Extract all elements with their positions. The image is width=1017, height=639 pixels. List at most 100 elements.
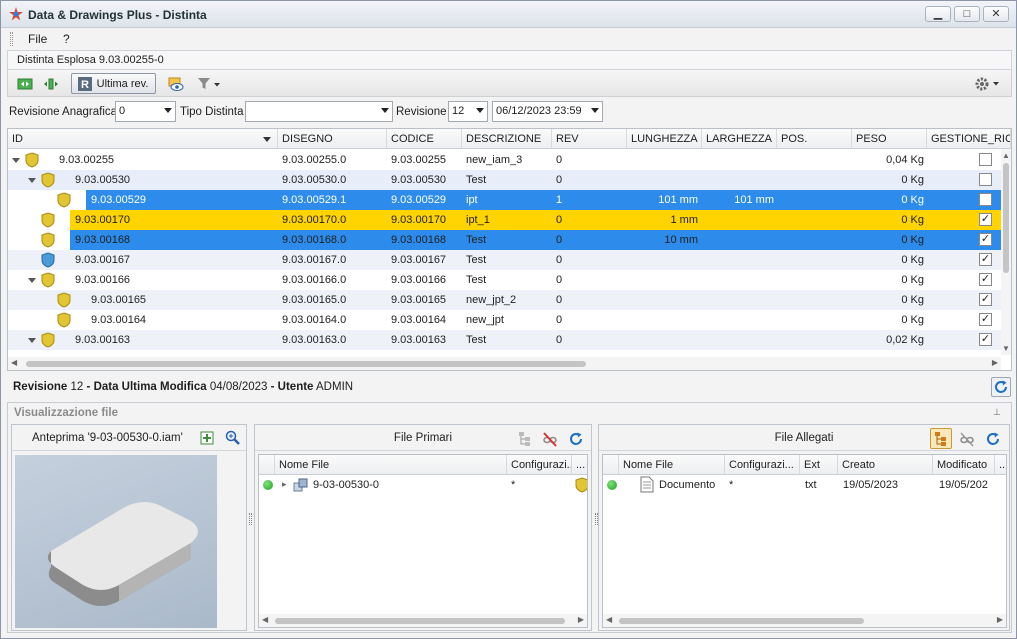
- table-row[interactable]: 9.03.00529 9.03.00529.1 9.03.00529 ipt 1 101 …: [8, 190, 1002, 210]
- attached-file-row[interactable]: Documento * txt 19/05/2023 19/05/202: [603, 475, 1006, 495]
- tree-toggle-icon[interactable]: [28, 278, 36, 283]
- expand-all-button[interactable]: [14, 73, 36, 94]
- gestione-checkbox[interactable]: [979, 153, 992, 166]
- gestione-checkbox[interactable]: ✓: [979, 213, 992, 226]
- col-header-larghezza[interactable]: LARGHEZZA: [702, 129, 777, 149]
- refresh-icon[interactable]: [567, 430, 585, 448]
- minimize-button[interactable]: ▁: [925, 6, 951, 22]
- scroll-down-icon[interactable]: ▼: [1002, 344, 1010, 353]
- table-row[interactable]: 9.03.00166 9.03.00166.0 9.03.00166 Test 0 0 K…: [8, 270, 1002, 290]
- table-row[interactable]: 9.03.00167 9.03.00167.0 9.03.00167 Test 0 0 K…: [8, 250, 1002, 270]
- primary-files-panel: File Primari Nome File Configurazi... ..…: [254, 424, 592, 631]
- unlink-icon[interactable]: [959, 431, 975, 447]
- tree-view-toggle-button[interactable]: [930, 428, 952, 449]
- close-button[interactable]: ✕: [983, 6, 1009, 22]
- scroll-up-icon[interactable]: ▲: [1002, 151, 1010, 160]
- attached-files-hscroll[interactable]: ◀ ▶: [603, 614, 1006, 627]
- cell-larghezza: [702, 330, 774, 350]
- col-header-configurazione[interactable]: Configurazi...: [725, 455, 800, 475]
- grid-vertical-scrollbar[interactable]: ▲ ▼: [1001, 149, 1011, 355]
- col-header-peso[interactable]: PESO: [852, 129, 927, 149]
- rev-anagrafica-combo[interactable]: 0: [115, 101, 176, 122]
- col-header-pos[interactable]: POS.: [777, 129, 852, 149]
- menu-help[interactable]: ?: [63, 32, 70, 46]
- expand-all-icon: [17, 78, 33, 89]
- part-3d-icon: [47, 502, 198, 606]
- revisione-combo[interactable]: 12: [448, 101, 488, 122]
- gestione-checkbox[interactable]: ✓: [979, 273, 992, 286]
- status-rev-label: Revisione: [13, 381, 68, 393]
- menu-file[interactable]: File: [28, 32, 47, 46]
- tree-view-icon[interactable]: [517, 431, 533, 447]
- maximize-button[interactable]: □: [954, 6, 980, 22]
- cell-id: 9.03.00167: [75, 254, 131, 266]
- col-header-rev[interactable]: REV: [552, 129, 627, 149]
- tipo-distinta-combo[interactable]: [245, 101, 393, 122]
- settings-button[interactable]: [971, 73, 1005, 94]
- tree-toggle-icon[interactable]: [28, 178, 36, 183]
- col-header-lunghezza[interactable]: LUNGHEZZA: [627, 129, 702, 149]
- cell-descrizione: Test: [466, 274, 487, 286]
- tipo-distinta-label: Tipo Distinta: [180, 106, 244, 118]
- col-header-ext[interactable]: Ext: [800, 455, 838, 475]
- gestione-checkbox[interactable]: ✓: [979, 293, 992, 306]
- scroll-right-icon[interactable]: ▶: [992, 358, 998, 367]
- collapse-all-icon: [44, 78, 58, 89]
- primary-files-hscroll[interactable]: ◀ ▶: [259, 614, 587, 627]
- table-row[interactable]: 9.03.00164 9.03.00164.0 9.03.00164 new_jpt 0…: [8, 310, 1002, 330]
- col-header-disegno[interactable]: DISEGNO: [278, 129, 387, 149]
- table-row[interactable]: 9.03.00170 9.03.00170.0 9.03.00170 ipt_1 0 1 …: [8, 210, 1002, 230]
- table-row[interactable]: 9.03.00168 9.03.00168.0 9.03.00168 Test 0 10 …: [8, 230, 1002, 250]
- table-row[interactable]: 9.03.00255 9.03.00255.0 9.03.00255 new_iam_…: [8, 150, 1002, 170]
- col-header-id[interactable]: ID: [8, 129, 278, 149]
- unlink-icon[interactable]: [542, 431, 558, 447]
- gestione-checkbox[interactable]: [979, 173, 992, 186]
- tree-toggle-icon[interactable]: [12, 158, 20, 163]
- cell-descrizione: new_jpt: [466, 314, 504, 326]
- table-row[interactable]: 9.03.00165 9.03.00165.0 9.03.00165 new_jpt_…: [8, 290, 1002, 310]
- gestione-checkbox[interactable]: ✓: [979, 313, 992, 326]
- gestione-checkbox[interactable]: ✓: [979, 333, 992, 346]
- gestione-checkbox[interactable]: [979, 193, 992, 206]
- col-header-more[interactable]: ...: [995, 455, 1006, 475]
- col-header-nome-file[interactable]: Nome File: [275, 455, 507, 475]
- col-header-configurazione[interactable]: Configurazi...: [507, 455, 572, 475]
- filter-button[interactable]: [194, 73, 224, 94]
- col-header-codice[interactable]: CODICE: [387, 129, 462, 149]
- attached-file-ext: txt: [805, 479, 817, 491]
- grid-horizontal-scrollbar[interactable]: ◀ ▶: [8, 357, 1001, 370]
- primary-file-row[interactable]: ▸ 9-03-00530-0 *: [259, 475, 587, 495]
- cell-id: 9.03.00165: [91, 294, 147, 306]
- rev-anagrafica-label: Revisione Anagrafica: [9, 106, 118, 118]
- refresh-status-button[interactable]: [991, 377, 1011, 397]
- col-header-more[interactable]: ...: [572, 455, 587, 475]
- col-header-modificato[interactable]: Modificato: [933, 455, 995, 475]
- tree-toggle-icon[interactable]: [28, 338, 36, 343]
- table-row[interactable]: 9.03.00530 9.03.00530.0 9.03.00530 Test 0 0 K…: [8, 170, 1002, 190]
- refresh-icon[interactable]: [984, 430, 1002, 448]
- vertical-scroll-thumb[interactable]: [1003, 163, 1009, 273]
- col-header-nome-file[interactable]: Nome File: [619, 455, 725, 475]
- gestione-checkbox[interactable]: ✓: [979, 233, 992, 246]
- shield-icon: [41, 232, 55, 248]
- preview-panel: Anteprima '9-03-00530-0.iam': [11, 424, 247, 631]
- splitter-left[interactable]: [249, 513, 252, 525]
- view-button[interactable]: [165, 73, 187, 94]
- col-header-gestione[interactable]: GESTIONE_RICA: [927, 129, 1011, 149]
- col-header-descrizione[interactable]: DESCRIZIONE: [462, 129, 552, 149]
- fit-view-icon[interactable]: [200, 431, 214, 445]
- zoom-icon[interactable]: [225, 430, 241, 446]
- date-combo[interactable]: 06/12/2023 23:59: [492, 101, 603, 122]
- pin-icon[interactable]: ⊥: [993, 407, 1001, 418]
- ultima-rev-button[interactable]: R Ultima rev.: [71, 73, 156, 94]
- gestione-checkbox[interactable]: ✓: [979, 253, 992, 266]
- cell-disegno: 9.03.00165.0: [282, 294, 347, 306]
- table-row[interactable]: 9.03.00163 9.03.00163.0 9.03.00163 Test 0 0,0…: [8, 330, 1002, 350]
- expand-arrow-icon[interactable]: ▸: [282, 479, 287, 490]
- scroll-left-icon[interactable]: ◀: [11, 358, 17, 367]
- col-header-creato[interactable]: Creato: [838, 455, 933, 475]
- revisione-label: Revisione: [396, 106, 447, 118]
- horizontal-scroll-thumb[interactable]: [26, 361, 586, 367]
- collapse-all-button[interactable]: [40, 73, 62, 94]
- window-title: Data & Drawings Plus - Distinta: [28, 8, 207, 22]
